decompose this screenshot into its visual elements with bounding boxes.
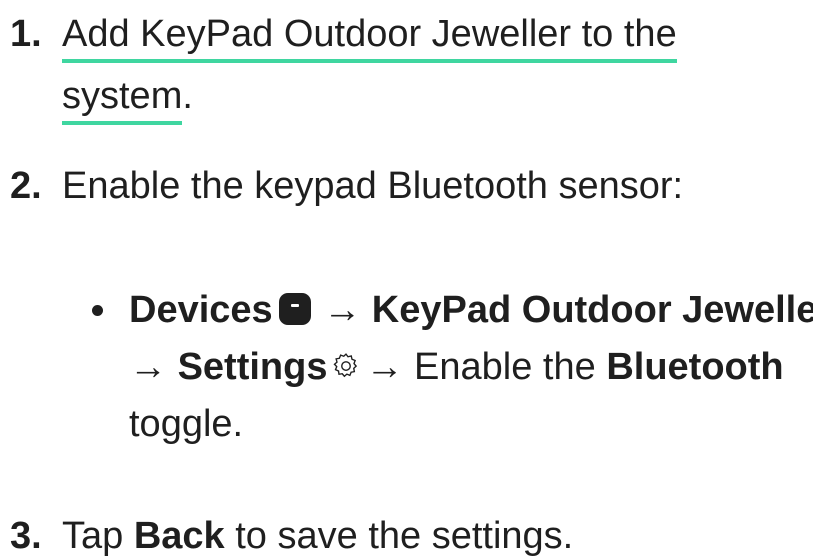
add-keypad-link[interactable]: Add KeyPad Outdoor Jeweller to the [62,13,677,63]
step-3-text: Tap Back to save the settings. [62,512,573,560]
arrow: → [129,346,167,388]
gear-icon [331,345,361,393]
step-1-period: . [182,75,193,117]
devices-label: Devices [129,289,273,331]
bullet [92,305,103,316]
tap-text: Tap [62,515,124,557]
step-number-2: 2. [10,165,42,207]
step-1-line-1: Add KeyPad Outdoor Jeweller to the [62,10,677,63]
bluetooth-label: Bluetooth [606,346,784,388]
step-1-line-2: system. [62,72,193,125]
save-settings-text: to save the settings. [235,515,574,557]
step-number-1: 1. [10,13,42,55]
sub-line-3: toggle. [129,403,244,445]
arrow: → [365,346,404,388]
arrow: → [323,289,362,331]
settings-label: Settings [177,346,328,388]
enable-the-text: Enable the [414,346,596,388]
sub-line-1: Devices → KeyPad Outdoor Jeweller [129,286,813,334]
devices-icon [278,293,311,325]
sub-line-2: → Settings → Enable the Bluetooth [129,343,784,393]
add-keypad-link-continued[interactable]: system [62,75,183,125]
step-number-3: 3. [10,515,42,557]
back-label: Back [133,515,225,557]
step-2-text: Enable the keypad Bluetooth sensor: [62,165,684,207]
device-name: KeyPad Outdoor Jeweller [371,289,813,331]
